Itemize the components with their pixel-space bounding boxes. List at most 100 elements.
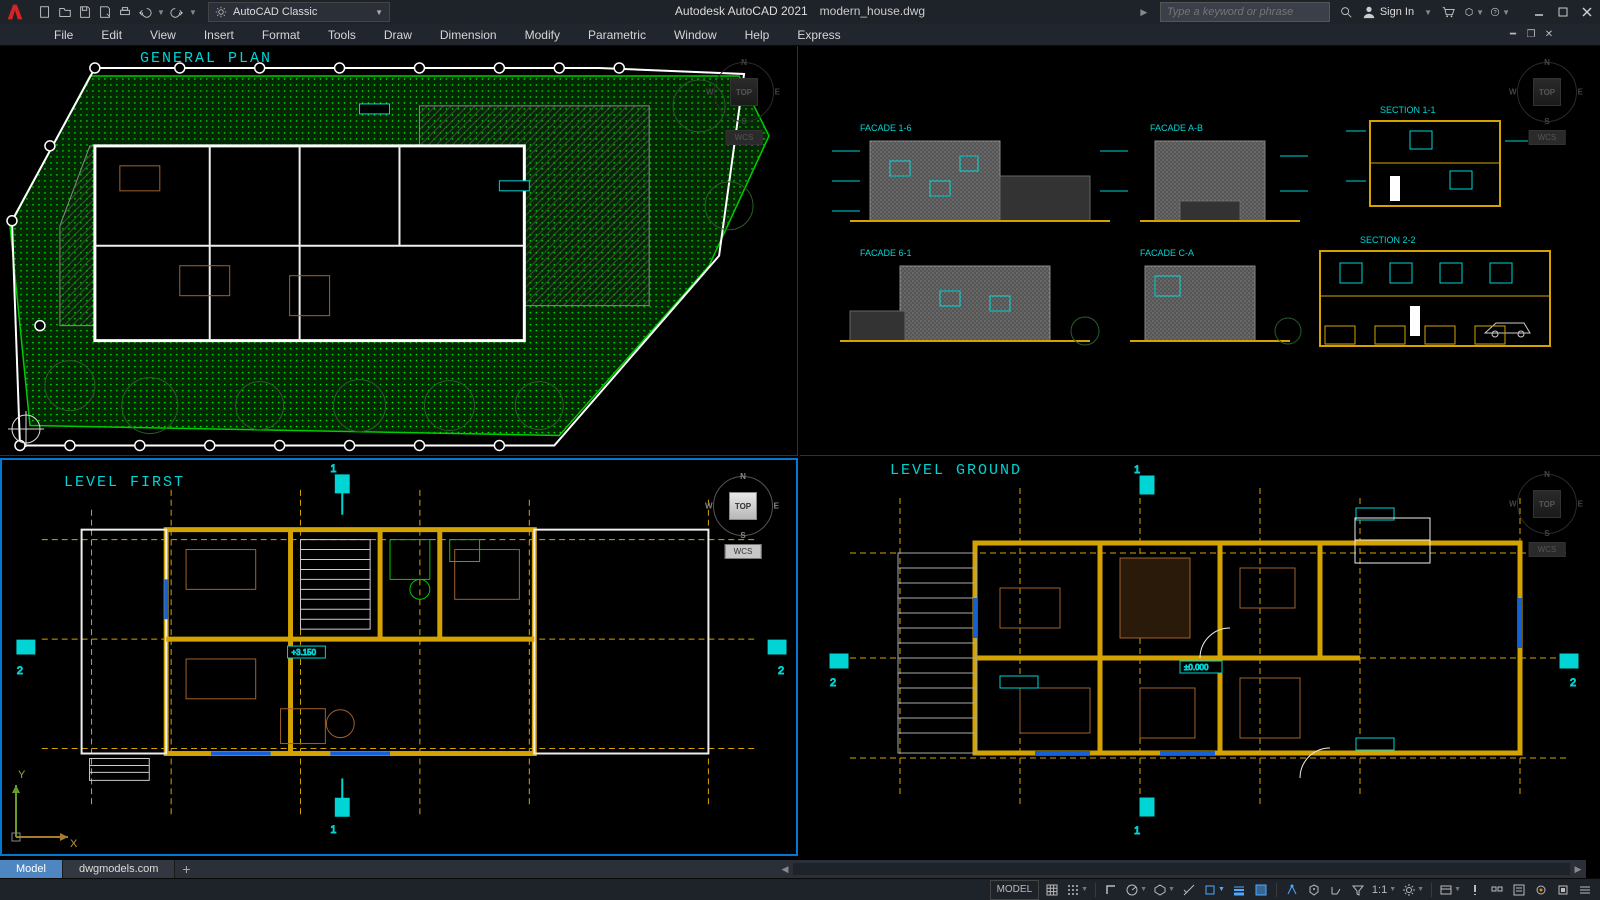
scroll-right-icon[interactable]: ▶ [1570, 861, 1586, 877]
title-bar: ▼ ▼ AutoCAD Classic ▼ Autodesk AutoCAD 2… [0, 0, 1600, 24]
snap-icon[interactable]: ▼ [1063, 880, 1091, 900]
menu-parametric[interactable]: Parametric [574, 24, 660, 45]
cart-icon[interactable] [1438, 2, 1458, 22]
hardware-accel-icon[interactable] [1552, 880, 1574, 900]
viewport-bottom-right[interactable]: LEVEL GROUND ±0.000 1 [800, 458, 1600, 856]
svg-text:2: 2 [17, 665, 23, 677]
menu-edit[interactable]: Edit [87, 24, 136, 45]
clean-screen-icon[interactable] [1574, 880, 1596, 900]
cad-drawing: FACADE 1-6 FACADE A-B SECTION 1-1 [800, 46, 1600, 456]
isolate-objects-icon[interactable] [1530, 880, 1552, 900]
menu-bar: File Edit View Insert Format Tools Draw … [0, 24, 1600, 46]
new-icon[interactable] [36, 3, 54, 21]
menu-insert[interactable]: Insert [190, 24, 248, 45]
menu-view[interactable]: View [136, 24, 190, 45]
osnap-2d-icon[interactable]: ▼ [1200, 880, 1228, 900]
doc-close-button[interactable]: ✕ [1542, 28, 1556, 42]
svg-text:±0.000: ±0.000 [1184, 663, 1209, 672]
help-icon[interactable]: ?▼ [1490, 2, 1510, 22]
cad-drawing [0, 46, 797, 455]
layout-tab-model[interactable]: Model [0, 860, 63, 878]
annotation-monitor-icon[interactable] [1464, 880, 1486, 900]
label: FACADE 1-6 [860, 123, 912, 133]
menu-format[interactable]: Format [248, 24, 314, 45]
close-button[interactable] [1578, 5, 1596, 19]
chevron-right-icon[interactable]: ▶ [1134, 2, 1154, 22]
viewport-bottom-left-active[interactable]: LEVEL FIRST [0, 458, 798, 856]
transparency-icon[interactable] [1250, 880, 1272, 900]
menu-help[interactable]: Help [731, 24, 784, 45]
undo-icon[interactable] [136, 3, 154, 21]
layout-tab[interactable]: dwgmodels.com [63, 860, 175, 878]
save-icon[interactable] [76, 3, 94, 21]
workspace-icon[interactable]: ▼ [1436, 880, 1464, 900]
quick-access-toolbar: ▼ ▼ [36, 3, 198, 21]
workspace-label: AutoCAD Classic [233, 6, 317, 18]
menu-draw[interactable]: Draw [370, 24, 426, 45]
menu-dimension[interactable]: Dimension [426, 24, 511, 45]
svg-text:FACADE 6-1: FACADE 6-1 [860, 248, 912, 258]
lineweight-icon[interactable] [1228, 880, 1250, 900]
menu-window[interactable]: Window [660, 24, 731, 45]
selection-cycling-icon[interactable] [1281, 880, 1303, 900]
ucs-icon [6, 409, 46, 449]
3d-osnap-icon[interactable] [1303, 880, 1325, 900]
status-bar: MODEL ▼ ▼ ▼ ▼ 1:1▼ ▼ ▼ [0, 878, 1600, 900]
workspace-selector[interactable]: AutoCAD Classic ▼ [208, 2, 390, 22]
menu-modify[interactable]: Modify [511, 24, 574, 45]
svg-text:1: 1 [330, 824, 336, 836]
osnap-track-icon[interactable] [1178, 880, 1200, 900]
add-layout-button[interactable]: + [175, 861, 197, 877]
window-title: Autodesk AutoCAD 2021modern_house.dwg [675, 4, 925, 18]
app-menu-icon[interactable]: ▼ [1464, 2, 1484, 22]
svg-text:+3.150: +3.150 [292, 648, 317, 657]
signin-button[interactable]: Sign In ▼ [1362, 5, 1432, 19]
svg-text:SECTION 2-2: SECTION 2-2 [1360, 235, 1416, 245]
menu-tools[interactable]: Tools [314, 24, 370, 45]
viewcube[interactable]: TOP NSEW WCS [1512, 466, 1582, 556]
menu-file[interactable]: File [40, 24, 87, 45]
grid-icon[interactable] [1041, 880, 1063, 900]
modelspace-toggle[interactable]: MODEL [990, 880, 1040, 900]
svg-text:1: 1 [330, 463, 336, 475]
chevron-down-icon[interactable]: ▼ [188, 3, 198, 21]
redo-icon[interactable] [168, 3, 186, 21]
dynamic-ucs-icon[interactable] [1325, 880, 1347, 900]
horizontal-scrollbar[interactable]: Model dwgmodels.com + ◀ ▶ [0, 860, 1586, 878]
doc-restore-button[interactable]: ❐ [1524, 28, 1538, 42]
doc-minimize-button[interactable]: ━ [1506, 28, 1520, 42]
search-icon[interactable] [1336, 2, 1356, 22]
cad-drawing: 11 2 2 +3.150 [2, 460, 796, 856]
search-input[interactable] [1160, 2, 1330, 22]
annotation-scale-icon[interactable]: 1:1▼ [1369, 880, 1399, 900]
drawing-area: GENERAL PLAN [0, 46, 1600, 878]
saveas-icon[interactable] [96, 3, 114, 21]
units-icon[interactable] [1486, 880, 1508, 900]
scroll-left-icon[interactable]: ◀ [777, 861, 793, 877]
chevron-down-icon: ▼ [375, 8, 383, 17]
svg-text:FACADE A-B: FACADE A-B [1150, 123, 1203, 133]
ortho-icon[interactable] [1100, 880, 1122, 900]
viewport-top-right[interactable]: FACADE 1-6 FACADE A-B SECTION 1-1 [800, 46, 1600, 456]
gear-icon [215, 6, 227, 18]
chevron-down-icon: ▼ [1424, 8, 1432, 17]
app-logo[interactable] [4, 1, 26, 23]
selection-filter-icon[interactable] [1347, 880, 1369, 900]
maximize-button[interactable] [1554, 5, 1572, 19]
isodraft-icon[interactable]: ▼ [1150, 880, 1178, 900]
print-icon[interactable] [116, 3, 134, 21]
svg-text:1: 1 [1134, 825, 1140, 837]
viewcube[interactable]: TOP NSEW WCS [708, 468, 778, 558]
polar-icon[interactable]: ▼ [1122, 880, 1150, 900]
gear-icon[interactable]: ▼ [1399, 880, 1427, 900]
minimize-button[interactable] [1530, 5, 1548, 19]
viewcube[interactable]: TOP NSEW WCS [709, 54, 779, 144]
open-icon[interactable] [56, 3, 74, 21]
viewport-top-left[interactable]: GENERAL PLAN [0, 46, 798, 456]
chevron-down-icon[interactable]: ▼ [156, 3, 166, 21]
viewcube[interactable]: TOP NSEW WCS [1512, 54, 1582, 144]
ucs-icon: X Y [8, 775, 78, 848]
svg-text:SECTION 1-1: SECTION 1-1 [1380, 105, 1436, 115]
menu-express[interactable]: Express [783, 24, 854, 45]
quick-properties-icon[interactable] [1508, 880, 1530, 900]
